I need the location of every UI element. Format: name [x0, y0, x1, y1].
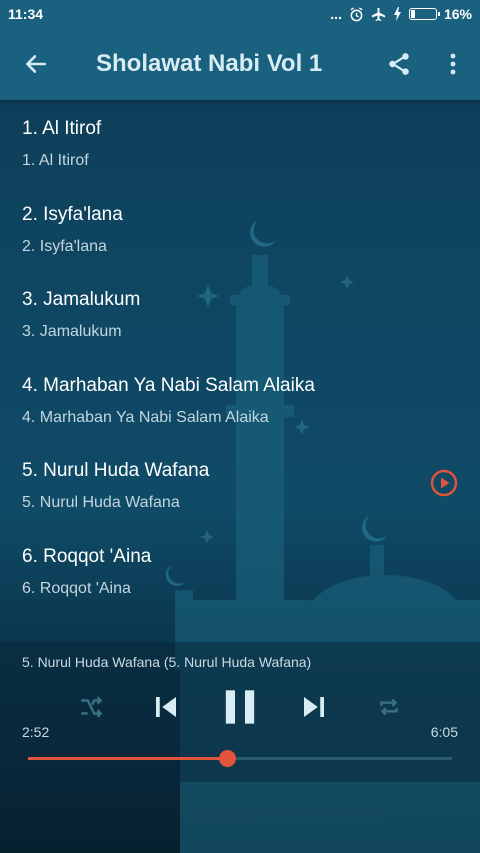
previous-button[interactable] [145, 682, 187, 732]
page-title: Sholawat Nabi Vol 1 [96, 50, 323, 77]
track-title: 6. Roqqot 'Aina [22, 545, 152, 567]
seek-progress [28, 757, 228, 760]
back-button[interactable] [0, 28, 72, 100]
battery-level [410, 10, 415, 18]
battery-icon [408, 8, 440, 20]
shuffle-button[interactable] [70, 682, 112, 732]
track-title: 3. Jamalukum [22, 289, 141, 310]
elapsed-time: 2:52 [22, 724, 50, 740]
seek-thumb[interactable] [219, 750, 237, 767]
status-time: 11:34 [8, 6, 44, 22]
skip-previous-icon [156, 697, 176, 717]
total-time: 6:05 [430, 724, 458, 740]
pause-button[interactable] [215, 682, 265, 732]
track-item[interactable]: 2. Isyfa'lana 2. Isyfa'lana [0, 186, 480, 272]
now-playing-label: 5. Nurul Huda Wafana (5. Nurul Huda Wafa… [22, 654, 312, 670]
player-controls [0, 682, 480, 732]
player-panel: 5. Nurul Huda Wafana (5. Nurul Huda Wafa… [0, 642, 480, 782]
track-subtitle: 3. Jamalukum [22, 323, 122, 340]
track-subtitle: 1. Al Itirof [22, 152, 89, 169]
track-subtitle: 2. Isyfa'lana [22, 237, 107, 255]
track-subtitle: 5. Nurul Huda Wafana [22, 494, 180, 511]
track-item-active[interactable]: 5. Nurul Huda Wafana 5. Nurul Huda Wafan… [0, 442, 480, 528]
screen: 11:34 ... 16% Sholawat Nabi Vol 1 1. Al … [0, 0, 480, 853]
share-button[interactable] [372, 28, 426, 100]
track-item[interactable]: 6. Roqqot 'Aina 6. Roqqot 'Aina [0, 528, 480, 614]
track-subtitle: 4. Marhaban Ya Nabi Salam Alaika [22, 408, 269, 426]
track-title: 1. Al Itirof [22, 118, 102, 139]
battery-percent: 16% [443, 6, 472, 22]
track-item[interactable]: 3. Jamalukum 3. Jamalukum [0, 271, 480, 357]
airplane-mode-icon [371, 7, 386, 21]
app-bar: Sholawat Nabi Vol 1 [0, 28, 480, 100]
track-list: 1. Al Itirof 1. Al Itirof 2. Isyfa'lana … [0, 100, 480, 613]
track-title: 2. Isyfa'lana [22, 203, 123, 225]
overflow-menu-button[interactable] [426, 28, 480, 100]
track-title: 5. Nurul Huda Wafana [22, 460, 210, 481]
seek-bar[interactable] [28, 750, 452, 767]
alarm-icon [350, 6, 363, 21]
status-bar: 11:34 ... 16% [0, 0, 480, 28]
more-vert-icon [450, 53, 456, 75]
track-item[interactable]: 4. Marhaban Ya Nabi Salam Alaika 4. Marh… [0, 357, 480, 443]
track-subtitle: 6. Roqqot 'Aina [22, 579, 131, 597]
repeat-icon [380, 698, 398, 716]
charging-icon [393, 7, 401, 21]
status-icons: ... 16% [330, 6, 472, 22]
skip-next-icon [304, 697, 324, 717]
arrow-left-icon [26, 55, 46, 73]
pause-icon [225, 690, 255, 724]
next-button[interactable] [293, 682, 335, 732]
app-actions [372, 28, 480, 100]
share-icon [389, 53, 409, 75]
notification-dots: ... [330, 6, 342, 22]
repeat-button[interactable] [368, 682, 410, 732]
track-item[interactable]: 1. Al Itirof 1. Al Itirof [0, 100, 480, 186]
shuffle-icon [81, 696, 103, 718]
now-playing-icon [430, 469, 458, 497]
track-title: 4. Marhaban Ya Nabi Salam Alaika [22, 374, 315, 396]
